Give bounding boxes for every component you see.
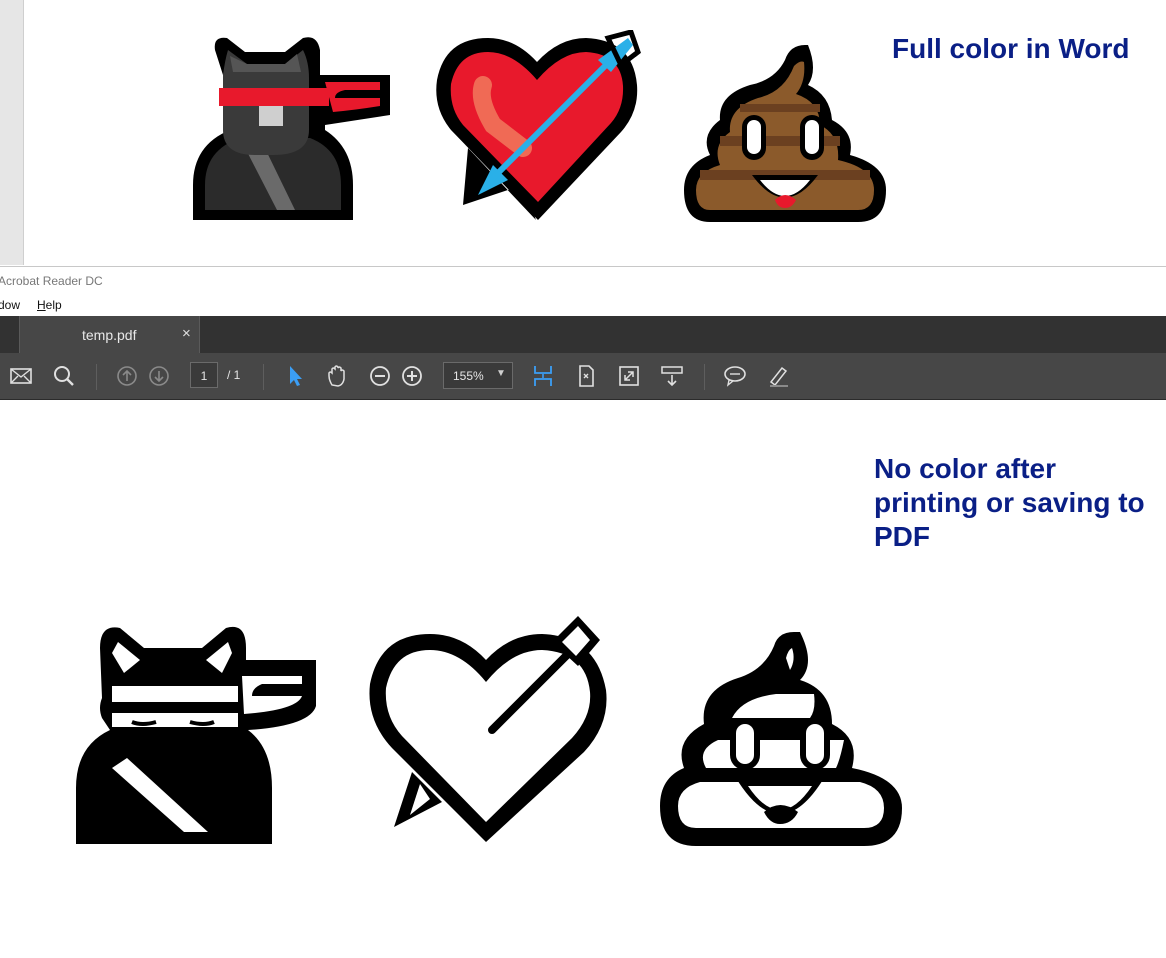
chevron-down-icon: ▼ bbox=[496, 368, 506, 379]
fit-page-icon[interactable] bbox=[573, 363, 599, 389]
pdf-caption: No color after printing or saving to PDF bbox=[874, 453, 1145, 552]
toolbar-separator bbox=[704, 364, 705, 390]
page-total: / 1 bbox=[227, 368, 241, 382]
email-icon[interactable] bbox=[8, 363, 34, 389]
hand-tool-icon[interactable] bbox=[324, 363, 350, 389]
select-cursor-icon[interactable] bbox=[282, 363, 308, 389]
zoom-out-icon[interactable] bbox=[367, 363, 393, 389]
toolbar-separator bbox=[263, 364, 264, 390]
menu-help[interactable]: Help bbox=[37, 298, 62, 312]
acrobat-menu-bar: dow Help bbox=[0, 296, 1166, 316]
pdf-document-area: No color after printing or saving to PDF bbox=[0, 400, 1166, 958]
current-page-input[interactable]: 1 bbox=[190, 362, 218, 388]
tab-label: temp.pdf bbox=[82, 327, 137, 343]
highlight-pen-icon[interactable] bbox=[765, 363, 791, 389]
tab-close-icon[interactable]: × bbox=[182, 325, 191, 342]
previous-page-icon[interactable] bbox=[114, 363, 140, 389]
word-document-area: Full color in Word bbox=[0, 0, 1166, 265]
acrobat-title-bar: Acrobat Reader DC bbox=[0, 266, 1166, 297]
heart-arrow-bw-icon bbox=[369, 616, 607, 842]
zoom-value: 155% bbox=[453, 369, 484, 383]
zoom-in-icon[interactable] bbox=[399, 363, 425, 389]
next-page-icon[interactable] bbox=[146, 363, 172, 389]
heart-arrow-color-icon bbox=[436, 30, 641, 220]
document-tab-bar: temp.pdf × bbox=[0, 316, 1166, 353]
search-icon[interactable] bbox=[51, 363, 77, 389]
comment-icon[interactable] bbox=[722, 363, 748, 389]
fit-width-scroll-icon[interactable] bbox=[530, 363, 556, 389]
menu-window[interactable]: dow bbox=[0, 298, 20, 312]
word-left-gutter bbox=[0, 0, 24, 265]
word-caption: Full color in Word bbox=[892, 33, 1130, 64]
tab-temp-pdf[interactable]: temp.pdf × bbox=[19, 316, 200, 353]
acrobat-toolbar: 1 / 1 155% ▼ bbox=[0, 353, 1166, 400]
full-screen-icon[interactable] bbox=[616, 363, 642, 389]
window-title: Acrobat Reader DC bbox=[0, 274, 103, 288]
zoom-level-select[interactable]: 155% ▼ bbox=[443, 362, 513, 389]
toolbar-separator bbox=[96, 364, 97, 390]
poo-bw-icon bbox=[660, 632, 902, 846]
poo-color-icon bbox=[684, 45, 886, 222]
ninja-cat-bw-icon bbox=[76, 626, 316, 844]
ninja-cat-color-icon bbox=[193, 37, 390, 221]
scroll-mode-icon[interactable] bbox=[659, 363, 685, 389]
